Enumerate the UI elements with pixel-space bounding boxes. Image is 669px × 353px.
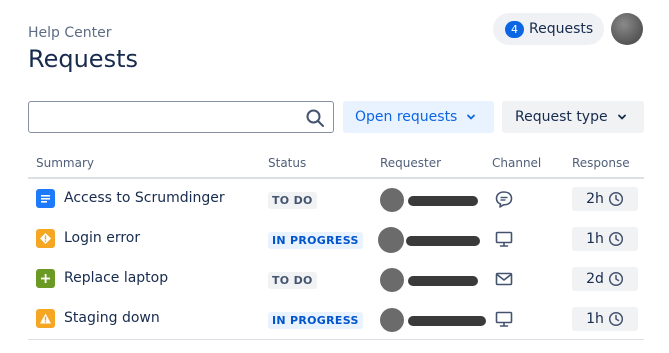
- status-badge: IN PROGRESS: [268, 312, 363, 329]
- column-header-requester[interactable]: Requester: [380, 156, 441, 170]
- clock-icon: [608, 271, 623, 287]
- email-icon: [495, 272, 513, 286]
- monitor-icon: [495, 311, 513, 327]
- response-time: 1h: [572, 227, 638, 251]
- open-requests-label: Open requests: [355, 109, 458, 125]
- search-field[interactable]: [28, 101, 334, 133]
- breadcrumb[interactable]: Help Center: [28, 25, 112, 41]
- requester-name-redacted: [406, 236, 480, 246]
- response-value: 1h: [586, 311, 604, 327]
- request-type-label: Request type: [515, 109, 608, 125]
- table-row[interactable]: Access to Scrumdinger TO DO 2h: [28, 179, 644, 219]
- avatar: [380, 268, 404, 292]
- avatar: [380, 188, 404, 212]
- column-header-status[interactable]: Status: [268, 156, 306, 170]
- page-title: Requests: [28, 45, 138, 73]
- open-requests-filter[interactable]: Open requests: [343, 101, 494, 133]
- request-summary[interactable]: Staging down: [64, 310, 160, 326]
- request-summary[interactable]: Login error: [64, 230, 140, 246]
- requester-name-redacted: [408, 196, 478, 206]
- response-time: 2h: [572, 187, 638, 211]
- table-bottom-divider: [28, 339, 644, 340]
- column-header-response[interactable]: Response: [572, 156, 630, 170]
- column-header-channel[interactable]: Channel: [492, 156, 541, 170]
- status-badge: TO DO: [268, 272, 317, 289]
- request-summary[interactable]: Access to Scrumdinger: [64, 190, 225, 206]
- chat-icon: [495, 191, 513, 208]
- requests-count-badge: 4: [505, 20, 524, 38]
- requests-label: Requests: [529, 21, 594, 37]
- search-input[interactable]: [35, 106, 299, 130]
- service-request-icon: [36, 189, 55, 208]
- incident-icon: [36, 229, 55, 248]
- table-row[interactable]: Replace laptop TO DO 2d: [28, 259, 644, 299]
- table-row[interactable]: Staging down IN PROGRESS 1h: [28, 299, 644, 339]
- user-avatar[interactable]: [611, 13, 643, 45]
- clock-icon: [608, 311, 623, 327]
- requests-button[interactable]: 4 Requests: [493, 13, 604, 45]
- table-row[interactable]: Login error IN PROGRESS 1h: [28, 219, 644, 259]
- status-badge: TO DO: [268, 192, 317, 209]
- response-value: 2h: [586, 191, 604, 207]
- column-header-summary[interactable]: Summary: [36, 156, 94, 170]
- clock-icon: [608, 191, 623, 207]
- response-value: 1h: [586, 231, 604, 247]
- avatar: [378, 227, 404, 253]
- avatar: [380, 308, 404, 332]
- response-time: 2d: [572, 267, 638, 291]
- request-summary[interactable]: Replace laptop: [64, 270, 168, 286]
- search-icon[interactable]: [305, 108, 325, 128]
- requester-name-redacted: [408, 316, 486, 326]
- response-time: 1h: [572, 307, 638, 331]
- chevron-down-icon: [467, 114, 476, 120]
- chevron-down-icon: [617, 114, 626, 120]
- requester-name-redacted: [408, 276, 478, 286]
- request-type-filter[interactable]: Request type: [502, 101, 644, 133]
- monitor-icon: [495, 231, 513, 247]
- status-badge: IN PROGRESS: [268, 232, 363, 249]
- clock-icon: [608, 231, 623, 247]
- add-icon: [36, 269, 55, 288]
- warning-icon: [36, 309, 55, 328]
- response-value: 2d: [586, 271, 604, 287]
